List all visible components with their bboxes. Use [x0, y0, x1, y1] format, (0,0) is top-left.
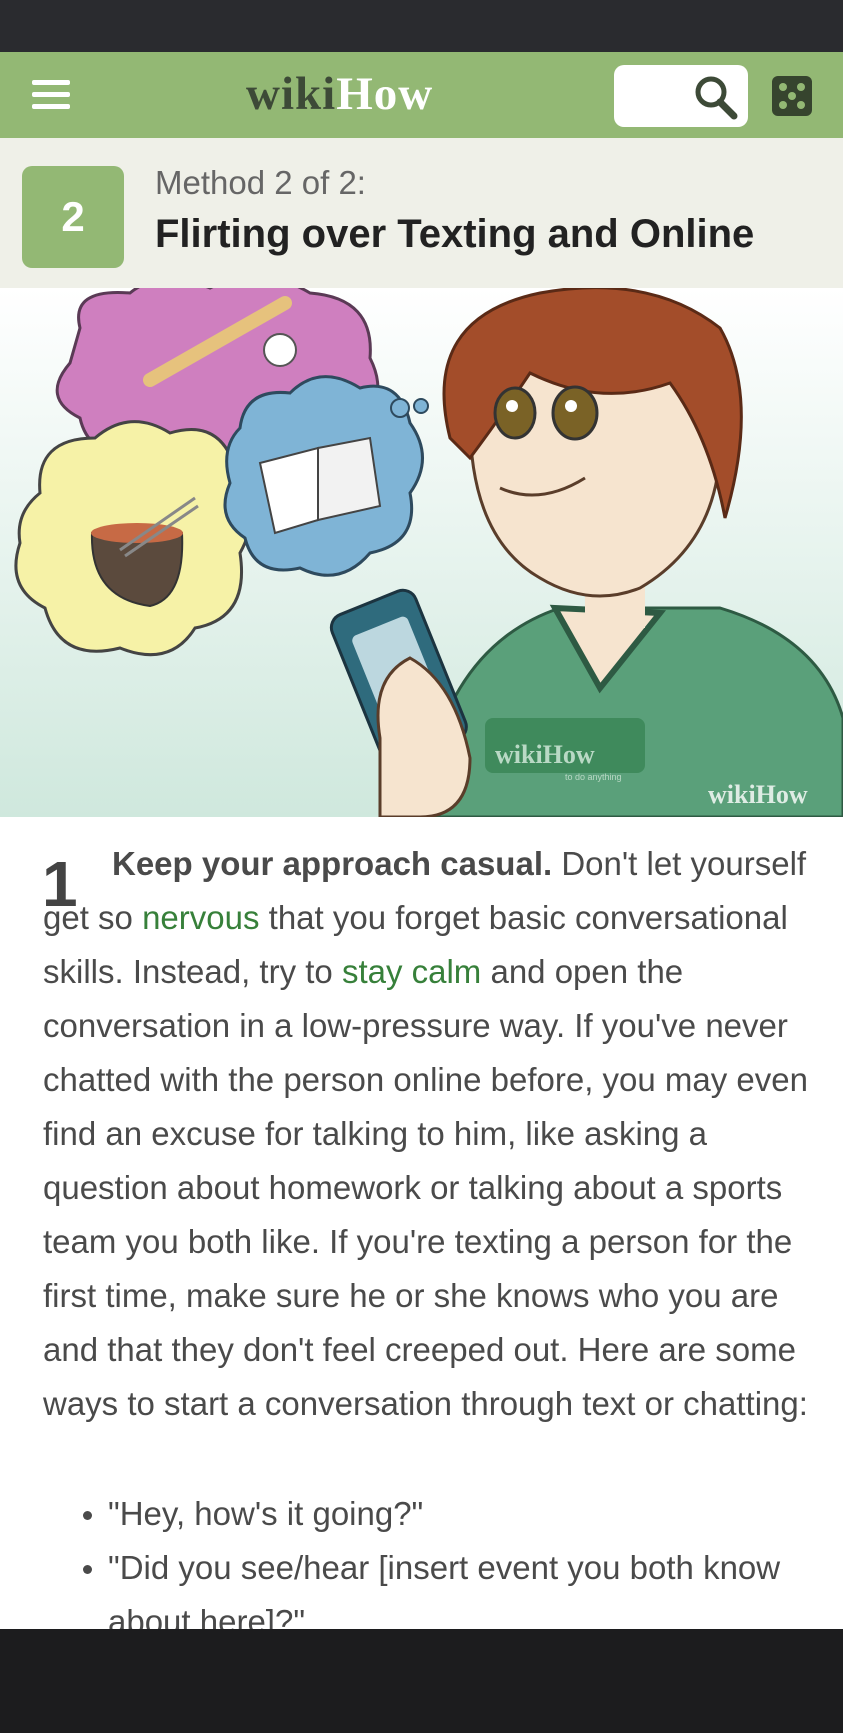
- method-header: 2 Method 2 of 2: Flirting over Texting a…: [0, 138, 843, 288]
- link-stay-calm[interactable]: stay calm: [342, 953, 481, 990]
- list-item: "Hey, how's it going?": [43, 1487, 813, 1541]
- system-navigation-bar: [0, 1629, 843, 1733]
- logo-wiki: wiki: [246, 68, 337, 120]
- method-number-badge: 2: [22, 166, 124, 268]
- thought-bubble-food: [14, 420, 253, 657]
- shirt-tagline: to do anything: [565, 772, 622, 782]
- method-label: Method 2 of 2:: [155, 164, 366, 201]
- search-input[interactable]: [614, 65, 748, 127]
- random-dice-icon[interactable]: [772, 76, 812, 116]
- top-navigation-bar: wikiHow: [0, 52, 843, 138]
- search-icon[interactable]: [692, 74, 740, 120]
- image-watermark: wikiHow: [708, 780, 808, 809]
- step-text: Keep your approach casual. Don't let you…: [43, 837, 813, 1431]
- link-nervous[interactable]: nervous: [142, 899, 259, 936]
- menu-icon[interactable]: [30, 78, 72, 112]
- example-openers-list: "Hey, how's it going?" "Did you see/hear…: [43, 1487, 813, 1629]
- step-content: 1 Keep your approach casual. Don't let y…: [0, 817, 843, 1629]
- logo-how: How: [336, 68, 434, 120]
- list-item: "Did you see/hear [insert event you both…: [43, 1541, 813, 1629]
- method-title: Flirting over Texting and Online: [155, 212, 755, 256]
- step-lead: Keep your approach casual.: [112, 845, 553, 882]
- step-text-part: and open the conversation in a low-press…: [43, 953, 808, 1422]
- wikihow-logo[interactable]: wikiHow: [246, 68, 433, 120]
- step-illustration[interactable]: wikiHow to do anything wikiHow: [0, 288, 843, 817]
- status-bar: [0, 0, 843, 52]
- shirt-logo: wikiHow: [495, 740, 595, 769]
